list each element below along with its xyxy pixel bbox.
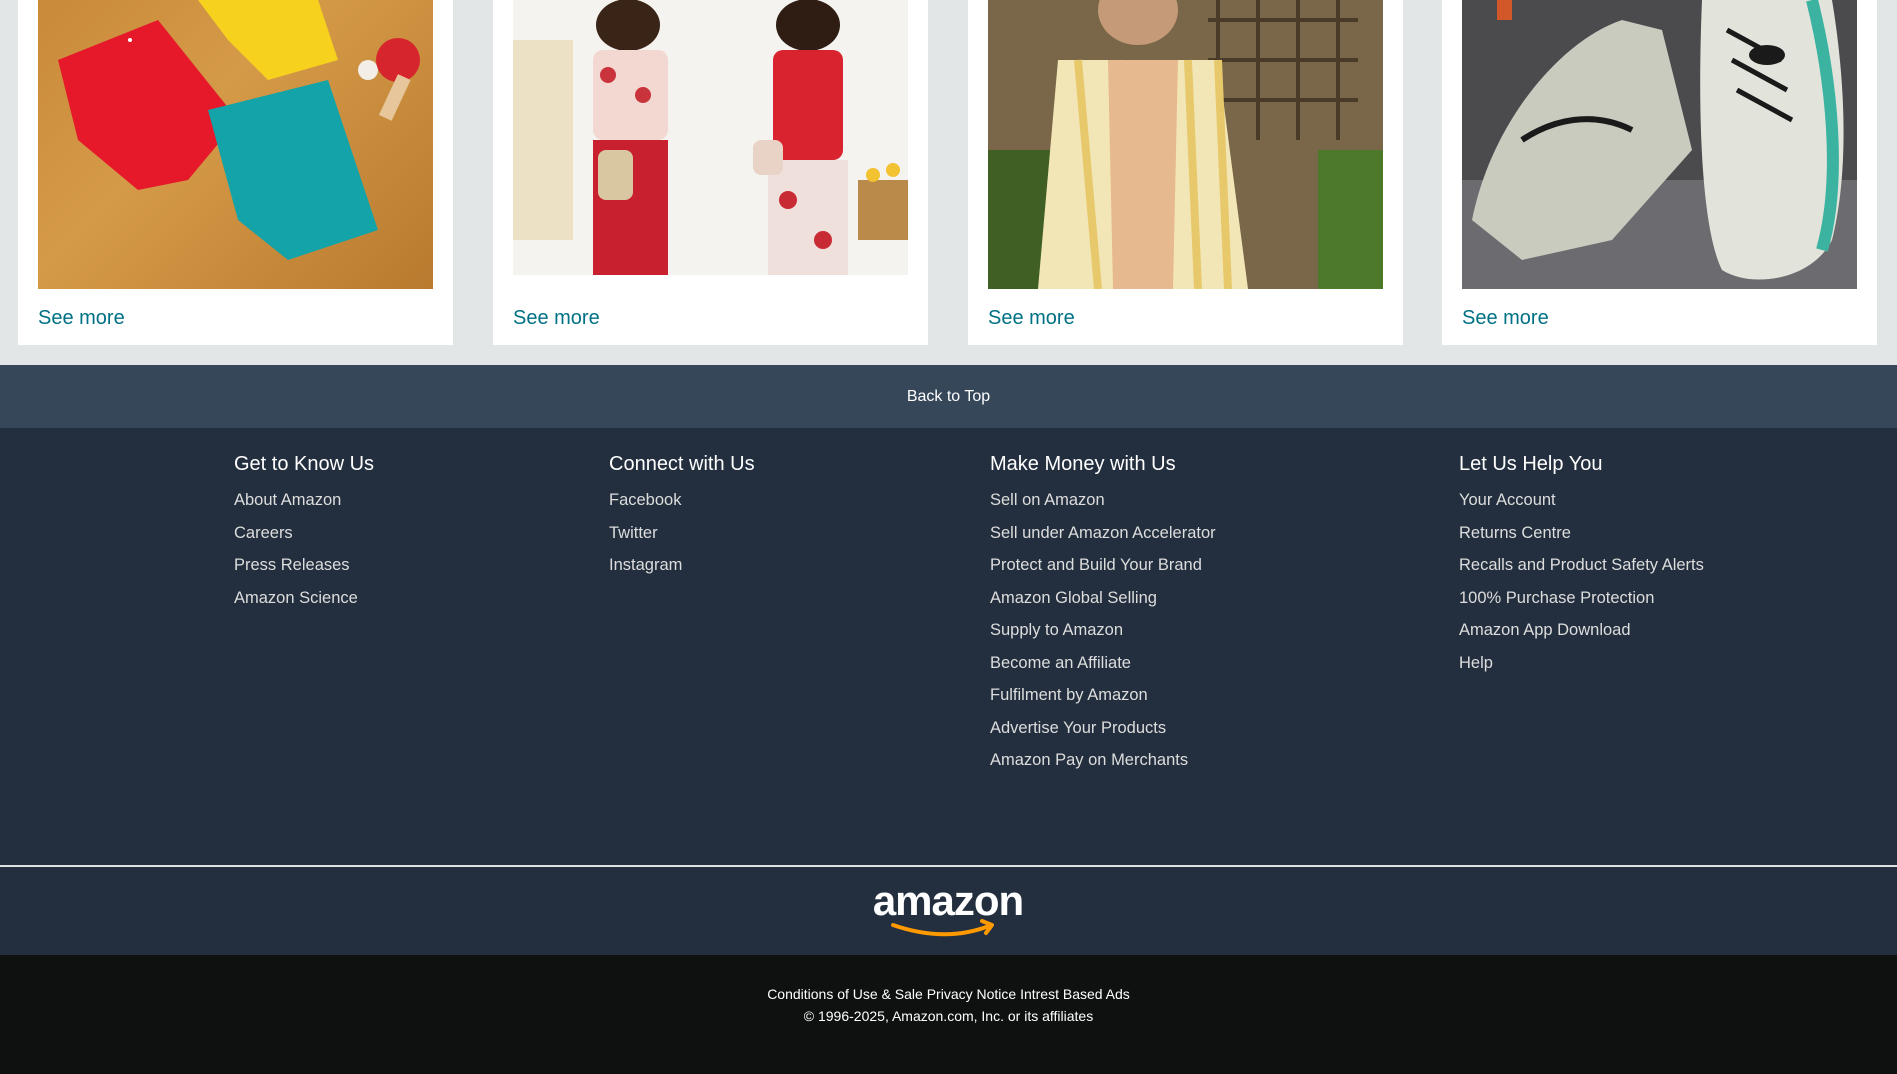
footer-link-careers[interactable]: Careers: [234, 517, 374, 550]
footer-link-supply-to-amazon[interactable]: Supply to Amazon: [990, 614, 1216, 647]
see-more-link[interactable]: See more: [513, 307, 600, 330]
footer-column-get-to-know-us: Get to Know Us About Amazon Careers Pres…: [234, 452, 374, 614]
footer-link-protect-and-build-your-brand[interactable]: Protect and Build Your Brand: [990, 549, 1216, 582]
footer-link-amazon-science[interactable]: Amazon Science: [234, 582, 374, 615]
footer-link-amazon-app-download[interactable]: Amazon App Download: [1459, 614, 1704, 647]
footer-column-title: Let Us Help You: [1459, 453, 1603, 475]
footer-link-recalls-safety-alerts[interactable]: Recalls and Product Safety Alerts: [1459, 549, 1704, 582]
copyright-section: Conditions of Use & Sale Privacy Notice …: [0, 955, 1897, 1074]
see-more-link[interactable]: See more: [38, 307, 125, 330]
copyright-text: © 1996-2025, Amazon.com, Inc. or its aff…: [803, 1008, 1094, 1024]
footer-column-make-money-with-us: Make Money with Us Sell on Amazon Sell u…: [990, 452, 1216, 777]
footer-divider: [0, 865, 1897, 866]
footer-column-title: Connect with Us: [609, 453, 755, 475]
amazon-logo-text: amazon: [873, 885, 1023, 924]
footer-link-become-an-affiliate[interactable]: Become an Affiliate: [990, 647, 1216, 680]
legal-link-interest-based-ads[interactable]: Intrest Based Ads: [1020, 986, 1130, 1002]
footer-link-amazon-global-selling[interactable]: Amazon Global Selling: [990, 582, 1216, 615]
footer-link-press-releases[interactable]: Press Releases: [234, 549, 374, 582]
footer-link-twitter[interactable]: Twitter: [609, 517, 755, 550]
see-more-link[interactable]: See more: [1462, 307, 1549, 330]
footer-link-help[interactable]: Help: [1459, 647, 1704, 680]
see-more-link[interactable]: See more: [988, 307, 1075, 330]
footer-link-purchase-protection[interactable]: 100% Purchase Protection: [1459, 582, 1704, 615]
legal-links: Conditions of Use & Sale Privacy Notice …: [0, 986, 1897, 1002]
footer-column-connect-with-us: Connect with Us Facebook Twitter Instagr…: [609, 452, 755, 582]
amazon-logo[interactable]: amazon: [865, 877, 1031, 939]
footer-link-your-account[interactable]: Your Account: [1459, 484, 1704, 517]
footer-column-let-us-help-you: Let Us Help You Your Account Returns Cen…: [1459, 452, 1704, 679]
footer-link-instagram[interactable]: Instagram: [609, 549, 755, 582]
product-image-women-fashion[interactable]: [513, 0, 908, 289]
footer-link-facebook[interactable]: Facebook: [609, 484, 755, 517]
product-card-sneakers: See more: [1442, 0, 1877, 345]
amazon-smile-icon: [891, 923, 991, 937]
product-card-women-fashion: See more: [493, 0, 928, 345]
product-card-men-shirt: See more: [968, 0, 1403, 345]
product-image-men-shirt[interactable]: [988, 0, 1383, 289]
footer-logo-band: amazon: [0, 867, 1897, 955]
footer-link-advertise-your-products[interactable]: Advertise Your Products: [990, 712, 1216, 745]
footer-link-about-amazon[interactable]: About Amazon: [234, 484, 374, 517]
product-image-tshirts[interactable]: [38, 0, 433, 289]
product-image-sneakers[interactable]: [1462, 0, 1857, 289]
product-card-tshirts: See more: [18, 0, 453, 345]
legal-link-conditions-of-use[interactable]: Conditions of Use & Sale: [767, 986, 923, 1002]
footer-navigation: Get to Know Us About Amazon Careers Pres…: [0, 428, 1897, 866]
legal-link-privacy-notice[interactable]: Privacy Notice: [927, 986, 1016, 1002]
footer-link-sell-on-amazon[interactable]: Sell on Amazon: [990, 484, 1216, 517]
footer-link-returns-centre[interactable]: Returns Centre: [1459, 517, 1704, 550]
footer-link-fulfilment-by-amazon[interactable]: Fulfilment by Amazon: [990, 679, 1216, 712]
product-cards-row: See more See more See more See more: [0, 0, 1897, 365]
footer-link-amazon-pay-on-merchants[interactable]: Amazon Pay on Merchants: [990, 744, 1216, 777]
footer-link-sell-under-amazon-accelerator[interactable]: Sell under Amazon Accelerator: [990, 517, 1216, 550]
back-to-top-button[interactable]: Back to Top: [0, 365, 1897, 428]
footer-column-title: Make Money with Us: [990, 453, 1176, 475]
footer-column-title: Get to Know Us: [234, 453, 375, 475]
